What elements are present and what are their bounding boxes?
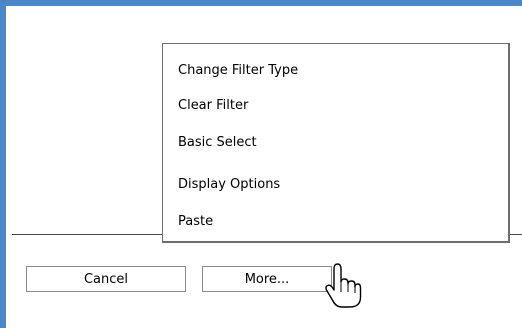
menu-item-basic-select[interactable]: Basic Select [178, 131, 257, 155]
cancel-button-label: Cancel [83, 271, 129, 287]
menu-item-paste[interactable]: Paste [178, 210, 213, 234]
menu-item-change-filter-type[interactable]: Change Filter Type [178, 59, 298, 83]
more-button[interactable]: More... [202, 266, 332, 292]
more-button-label: More... [244, 271, 290, 287]
context-menu: Change Filter Type Clear Filter Basic Se… [162, 43, 510, 243]
hand-pointer-icon [324, 262, 362, 314]
cancel-button[interactable]: Cancel [26, 266, 186, 292]
menu-item-clear-filter[interactable]: Clear Filter [178, 94, 248, 118]
menu-item-display-options[interactable]: Display Options [178, 173, 280, 197]
